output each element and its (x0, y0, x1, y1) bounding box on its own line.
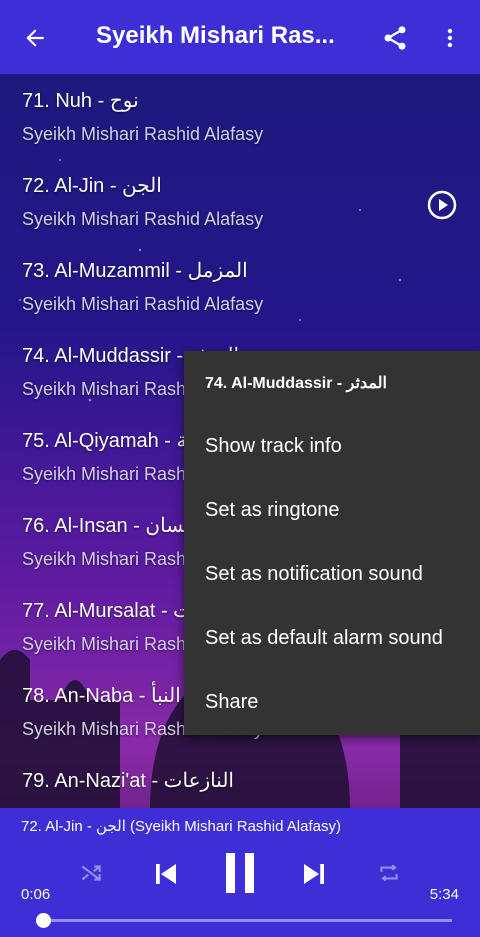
back-button[interactable] (14, 17, 56, 59)
track-title: 79. An-Nazi'at - النازعات (22, 770, 234, 792)
menu-item-label: Show track info (205, 435, 342, 457)
track-artist: Syeikh Mishari Rashid Alafasy (22, 209, 264, 229)
track-title: 73. Al-Muzammil - المزمل (22, 260, 248, 282)
share-button[interactable] (374, 17, 416, 59)
track-row[interactable]: 73. Al-Muzammil - المزمل Syeikh Mishari … (0, 244, 480, 329)
menu-item-label: Set as ringtone (205, 499, 340, 521)
now-playing-text: 72. Al-Jin - الجن (Syeikh Mishari Rashid… (21, 818, 341, 835)
skip-previous-icon (156, 864, 176, 884)
context-menu-header: 74. Al-Muddassir - المدثر (205, 375, 387, 392)
more-options-button[interactable] (430, 17, 470, 59)
menu-item-label: Set as default alarm sound (205, 627, 443, 649)
seek-bar[interactable] (36, 913, 452, 928)
track-artist: Syeikh Mishari Rashid Alafasy (22, 124, 264, 144)
pause-button[interactable] (218, 848, 262, 898)
repeat-icon (380, 864, 398, 882)
menu-item-label: Share (205, 691, 259, 713)
pause-icon (226, 853, 254, 893)
track-title: 76. Al-Insan - الانسان (22, 515, 207, 537)
track-row[interactable]: 79. An-Nazi'at - النازعات (0, 754, 480, 808)
menu-item-show-track-info[interactable]: Show track info (184, 415, 480, 479)
app-bar: Syeikh Mishari Ras... (0, 0, 480, 74)
track-title: 71. Nuh - نوح (22, 90, 139, 112)
track-title: 72. Al-Jin - الجن (22, 175, 162, 197)
track-title: 78. An-Naba - النبأ (22, 685, 181, 707)
repeat-button[interactable] (372, 856, 406, 890)
menu-item-set-ringtone[interactable]: Set as ringtone (184, 479, 480, 543)
page-title: Syeikh Mishari Ras... (96, 22, 335, 49)
menu-item-share[interactable]: Share (184, 671, 480, 735)
mini-player: 72. Al-Jin - الجن (Syeikh Mishari Rashid… (0, 808, 480, 937)
track-context-menu: 74. Al-Muddassir - المدثر Show track inf… (184, 351, 480, 735)
seek-bar-thumb[interactable] (36, 913, 52, 928)
back-arrow-icon (26, 29, 44, 47)
share-icon (384, 26, 406, 50)
track-artist: Syeikh Mishari Rashid Alafasy (22, 294, 264, 314)
menu-item-set-notification-sound[interactable]: Set as notification sound (184, 543, 480, 607)
more-vert-icon (447, 28, 453, 48)
play-circle-icon[interactable] (426, 189, 458, 221)
shuffle-button[interactable] (74, 856, 108, 890)
track-row[interactable]: 71. Nuh - نوح Syeikh Mishari Rashid Alaf… (0, 74, 480, 159)
previous-button[interactable] (148, 856, 184, 892)
next-button[interactable] (296, 856, 332, 892)
menu-item-set-alarm-sound[interactable]: Set as default alarm sound (184, 607, 480, 671)
total-duration: 5:34 (429, 886, 459, 903)
menu-item-label: Set as notification sound (205, 563, 423, 585)
skip-next-icon (304, 864, 324, 884)
track-row[interactable]: 72. Al-Jin - الجن Syeikh Mishari Rashid … (0, 159, 480, 244)
elapsed-time: 0:06 (21, 886, 51, 903)
shuffle-icon (81, 865, 101, 881)
